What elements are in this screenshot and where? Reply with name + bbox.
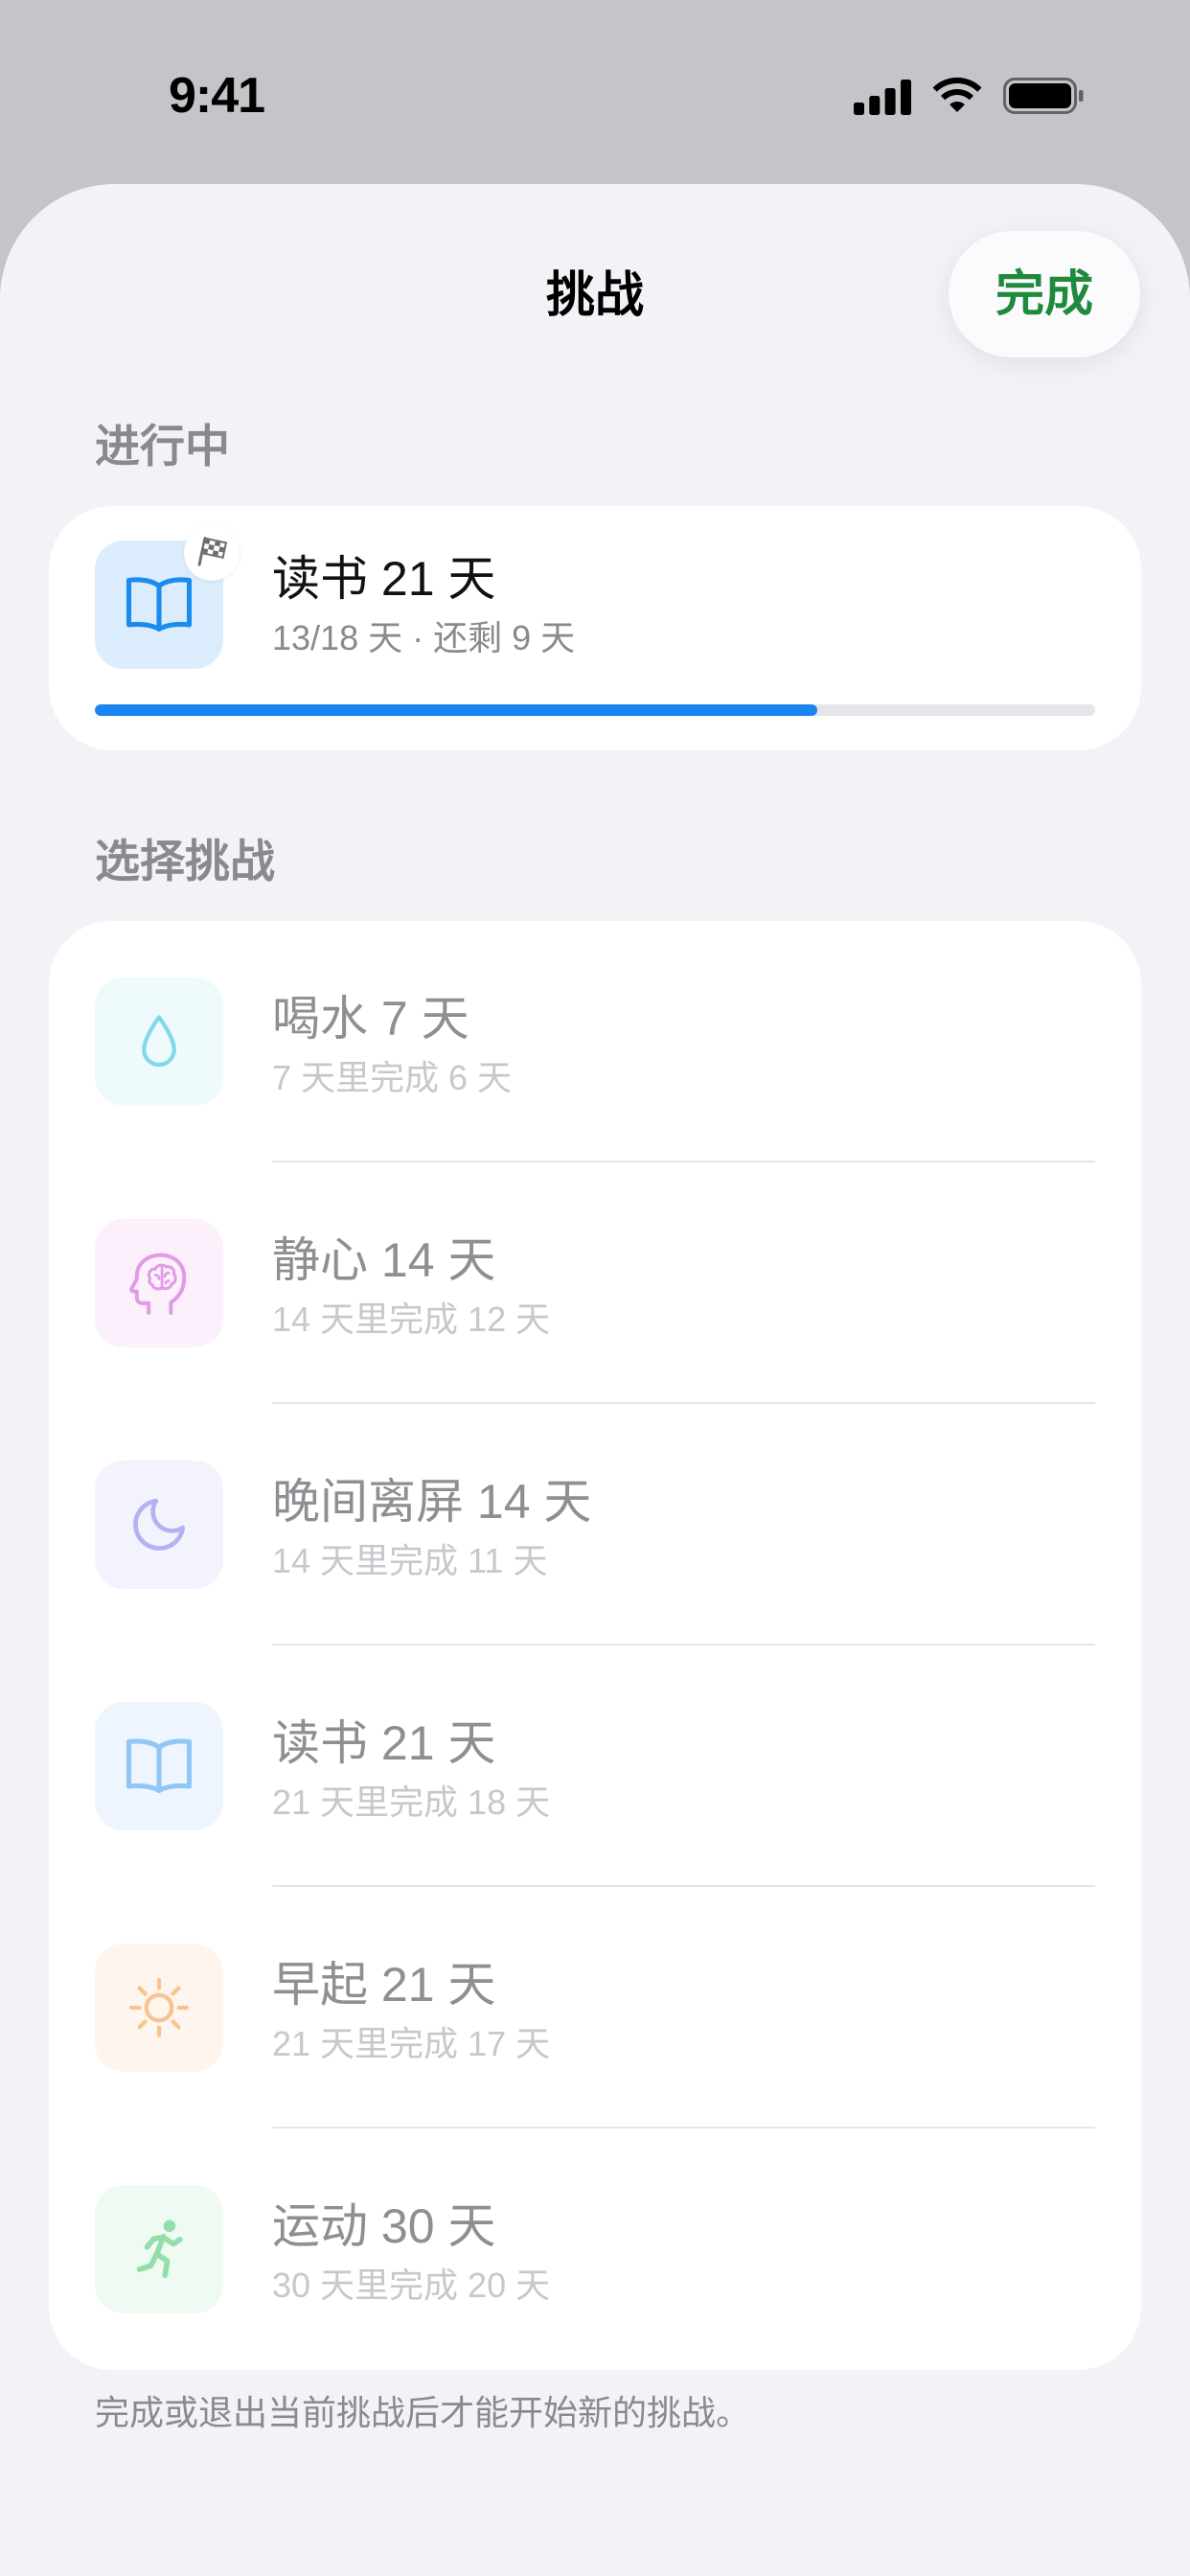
challenge-title: 静心 14 天 (272, 1233, 496, 1287)
challenge-row-early-rise[interactable]: 早起 21 天 21 天里完成 17 天 (49, 1887, 1141, 2128)
challenge-list: 喝水 7 天 7 天里完成 6 天 静心 14 天 14 天里完成 12 天 晚… (49, 921, 1141, 2370)
challenge-title: 读书 21 天 (272, 1716, 496, 1770)
active-challenge-subtitle: 13/18 天 · 还剩 9 天 (272, 618, 576, 657)
page-title: 挑战 (545, 267, 644, 322)
challenge-subtitle: 21 天里完成 17 天 (272, 2024, 551, 2063)
cellular-signal-icon (854, 80, 911, 115)
water-drop-icon (142, 1015, 176, 1068)
challenge-icon-tile (95, 2185, 223, 2313)
active-badge (184, 525, 240, 581)
challenge-icon-tile (95, 1460, 223, 1589)
challenge-row-reading[interactable]: 读书 21 天 21 天里完成 18 天 (49, 1645, 1141, 1887)
running-figure-icon (136, 2220, 183, 2279)
challenge-subtitle: 14 天里完成 11 天 (272, 1541, 548, 1580)
challenge-subtitle: 21 天里完成 18 天 (272, 1782, 551, 1822)
moon-icon (133, 1498, 186, 1551)
challenge-subtitle: 30 天里完成 20 天 (272, 2266, 551, 2305)
challenge-row-water[interactable]: 喝水 7 天 7 天里完成 6 天 (49, 921, 1141, 1162)
active-challenge-title: 读书 21 天 (272, 552, 496, 606)
progress-fill (95, 704, 817, 716)
checkered-flag-icon (197, 537, 228, 566)
challenge-title: 运动 30 天 (272, 2199, 496, 2253)
wifi-icon (932, 77, 982, 112)
sun-icon (128, 1977, 190, 2038)
challenge-row-exercise[interactable]: 运动 30 天 30 天里完成 20 天 (49, 2128, 1141, 2370)
status-time: 9:41 (169, 68, 265, 124)
challenge-title: 晚间离屏 14 天 (272, 1475, 592, 1529)
challenge-subtitle: 14 天里完成 12 天 (272, 1300, 551, 1339)
progress-bar (95, 704, 1095, 716)
section-header-choose: 选择挑战 (95, 836, 275, 886)
challenge-icon-tile (95, 1702, 223, 1830)
active-challenge-card[interactable]: 读书 21 天 13/18 天 · 还剩 9 天 (49, 506, 1141, 750)
challenge-title: 喝水 7 天 (272, 992, 469, 1046)
challenge-sheet: 挑战 完成 进行中 读书 21 天 13/18 天 · 还剩 9 天 选择挑战 … (0, 184, 1190, 2576)
challenge-row-screen-off[interactable]: 晚间离屏 14 天 14 天里完成 11 天 (49, 1404, 1141, 1645)
challenge-icon-tile (95, 1944, 223, 2072)
challenge-icon-tile (95, 978, 223, 1106)
battery-icon (1003, 78, 1084, 114)
book-icon (126, 577, 193, 632)
challenge-row-meditation[interactable]: 静心 14 天 14 天里完成 12 天 (49, 1162, 1141, 1404)
brain-head-icon (129, 1253, 187, 1315)
book-icon (126, 1738, 193, 1794)
section-header-in-progress: 进行中 (95, 421, 230, 472)
footer-note: 完成或退出当前挑战后才能开始新的挑战。 (95, 2393, 751, 2432)
challenge-subtitle: 7 天里完成 6 天 (272, 1058, 513, 1097)
done-button[interactable]: 完成 (949, 231, 1140, 357)
challenge-title: 早起 21 天 (272, 1958, 496, 2012)
challenge-icon-tile (95, 1219, 223, 1347)
